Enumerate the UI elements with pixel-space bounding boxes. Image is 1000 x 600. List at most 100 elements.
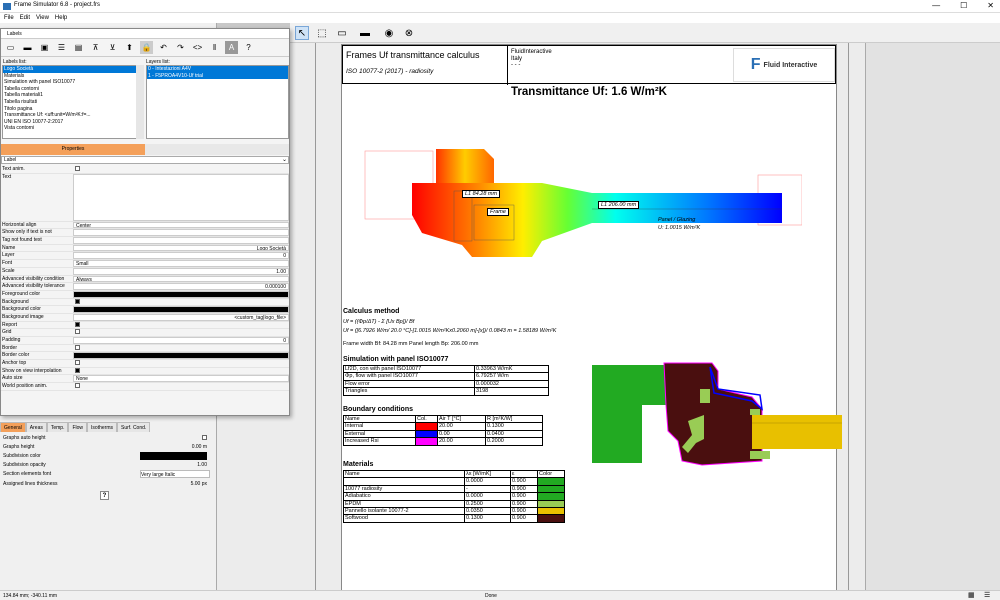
property-value[interactable]: [73, 229, 289, 237]
tab-surf-cond[interactable]: Surf. Cond.: [117, 422, 151, 432]
property-value[interactable]: [73, 329, 289, 336]
menu-view[interactable]: View: [36, 15, 49, 21]
help-button[interactable]: ?: [100, 491, 109, 500]
menu-edit[interactable]: Edit: [20, 15, 30, 21]
tab-general[interactable]: General: [0, 422, 26, 432]
checkbox[interactable]: [75, 321, 80, 327]
list-item[interactable]: Titolo pagina: [3, 106, 143, 113]
labels-list[interactable]: Logo Società Materials Simulation with p…: [2, 65, 144, 139]
property-value[interactable]: Always: [73, 275, 289, 283]
label-image-icon[interactable]: ▣: [38, 41, 51, 54]
select-tool-icon[interactable]: ↖: [295, 26, 309, 40]
property-row: Anchor top: [1, 360, 289, 368]
property-value[interactable]: [73, 290, 289, 298]
close-button[interactable]: ✕: [987, 1, 994, 10]
checkbox[interactable]: [202, 435, 207, 441]
columns-icon[interactable]: ‖: [208, 41, 221, 54]
property-label: Background image: [2, 313, 44, 320]
code-icon[interactable]: <>: [191, 41, 204, 54]
property-label: Horizontal align: [2, 221, 37, 228]
property-value[interactable]: [73, 298, 289, 306]
panel-dimension-label: L1 206.00 mm: [598, 201, 640, 209]
undo-icon[interactable]: ↶: [157, 41, 170, 54]
checkbox[interactable]: [75, 360, 80, 366]
calculus-computation: Uf = ([6.7926 W/m/ 20.0 °C]-[1.0015 W/m²…: [343, 328, 557, 334]
property-value[interactable]: [73, 166, 289, 173]
tab-properties[interactable]: Properties: [1, 144, 145, 155]
tab-flow[interactable]: Flow: [68, 422, 88, 432]
property-value[interactable]: <custom_tag|logo_file>: [73, 313, 289, 321]
label-table-icon[interactable]: ☰: [55, 41, 68, 54]
subdivision-color-swatch[interactable]: [140, 452, 207, 460]
property-value[interactable]: [73, 367, 289, 375]
tab-areas[interactable]: Areas: [25, 422, 47, 432]
property-value[interactable]: [73, 173, 289, 221]
list-item[interactable]: Logo Società: [3, 66, 143, 73]
property-value[interactable]: None: [73, 375, 289, 383]
labels-scrollbar[interactable]: [136, 65, 144, 139]
window-title: Frame Simulator 6.8 - project.frs: [14, 2, 101, 8]
ruler-icon[interactable]: ▭: [335, 26, 349, 40]
eye-icon[interactable]: ◉: [382, 26, 396, 40]
list-item[interactable]: Transmittance Uf: <uff:unit=W/m²K:f=...: [3, 112, 143, 119]
minimize-button[interactable]: —: [932, 1, 940, 10]
list-item[interactable]: 0 - Intestazioni A4V: [147, 66, 288, 73]
text-style-icon[interactable]: A: [225, 41, 238, 54]
property-value[interactable]: 0: [73, 252, 289, 260]
property-value[interactable]: [73, 383, 289, 390]
bring-front-icon[interactable]: ⬆: [123, 41, 136, 54]
list-item[interactable]: Tabella materiali1: [3, 92, 143, 99]
property-value[interactable]: 0: [73, 337, 289, 344]
tab-blank[interactable]: [145, 144, 289, 155]
maximize-button[interactable]: ☐: [960, 1, 967, 10]
property-value[interactable]: 0.000100: [73, 283, 289, 290]
list-view-icon[interactable]: ☰: [984, 591, 990, 599]
list-item[interactable]: Tabella risultati: [3, 99, 143, 106]
type-select[interactable]: Label ⌄: [1, 156, 289, 164]
grid-view-icon[interactable]: ▦: [968, 591, 975, 599]
property-value[interactable]: [73, 237, 289, 244]
lock-icon[interactable]: 🔒: [140, 41, 153, 54]
property-row: Padding 0: [1, 337, 289, 345]
property-value[interactable]: [73, 321, 289, 329]
checkbox[interactable]: [75, 383, 80, 389]
property-value[interactable]: [73, 344, 289, 352]
status-coordinates: 134.84 mm; -340.11 mm: [3, 593, 58, 599]
hide-icon[interactable]: ⊗: [402, 26, 416, 40]
list-item[interactable]: 1 - F5PROA4V10-Uf trial: [147, 72, 288, 80]
select-area-icon[interactable]: ⬚: [315, 26, 329, 40]
checkbox[interactable]: [75, 367, 80, 373]
move-down-icon[interactable]: ⊻: [106, 41, 119, 54]
layers-list[interactable]: 0 - Intestazioni A4V 1 - F5PROA4V10-Uf t…: [146, 65, 289, 139]
list-item[interactable]: UNI EN ISO 10077-2:2017: [3, 119, 143, 126]
label-fill-icon[interactable]: ▬: [21, 41, 34, 54]
move-up-icon[interactable]: ⊼: [89, 41, 102, 54]
label-grid-icon[interactable]: ▤: [72, 41, 85, 54]
property-label: Padding: [2, 337, 21, 343]
menu-help[interactable]: Help: [55, 15, 67, 21]
checkbox[interactable]: [75, 298, 80, 304]
label-frame-icon[interactable]: ▭: [4, 41, 17, 54]
list-item[interactable]: Materials: [3, 73, 143, 80]
comment-icon[interactable]: ▬: [358, 26, 372, 40]
list-item[interactable]: Tabella contorni: [3, 86, 143, 93]
property-value[interactable]: [73, 360, 289, 367]
checkbox[interactable]: [75, 344, 80, 350]
tab-temp[interactable]: Temp.: [46, 422, 69, 432]
redo-icon[interactable]: ↷: [174, 41, 187, 54]
property-value[interactable]: [73, 352, 289, 360]
property-value[interactable]: 1.00: [73, 267, 289, 275]
checkbox[interactable]: [75, 166, 80, 172]
checkbox[interactable]: [75, 329, 80, 335]
menu-file[interactable]: File: [4, 15, 14, 21]
property-value[interactable]: Small: [73, 260, 289, 267]
property-value[interactable]: Center: [73, 221, 289, 229]
tab-isotherms[interactable]: Isotherms: [87, 422, 117, 432]
list-item[interactable]: Vista contorni: [3, 125, 143, 132]
property-label: Auto size: [2, 375, 23, 382]
property-value[interactable]: Logo Società: [73, 244, 289, 252]
help-icon[interactable]: ?: [242, 41, 255, 54]
property-value[interactable]: [73, 306, 289, 313]
thermal-section: [364, 149, 802, 257]
list-item[interactable]: Simulation with panel ISO10077: [3, 79, 143, 86]
